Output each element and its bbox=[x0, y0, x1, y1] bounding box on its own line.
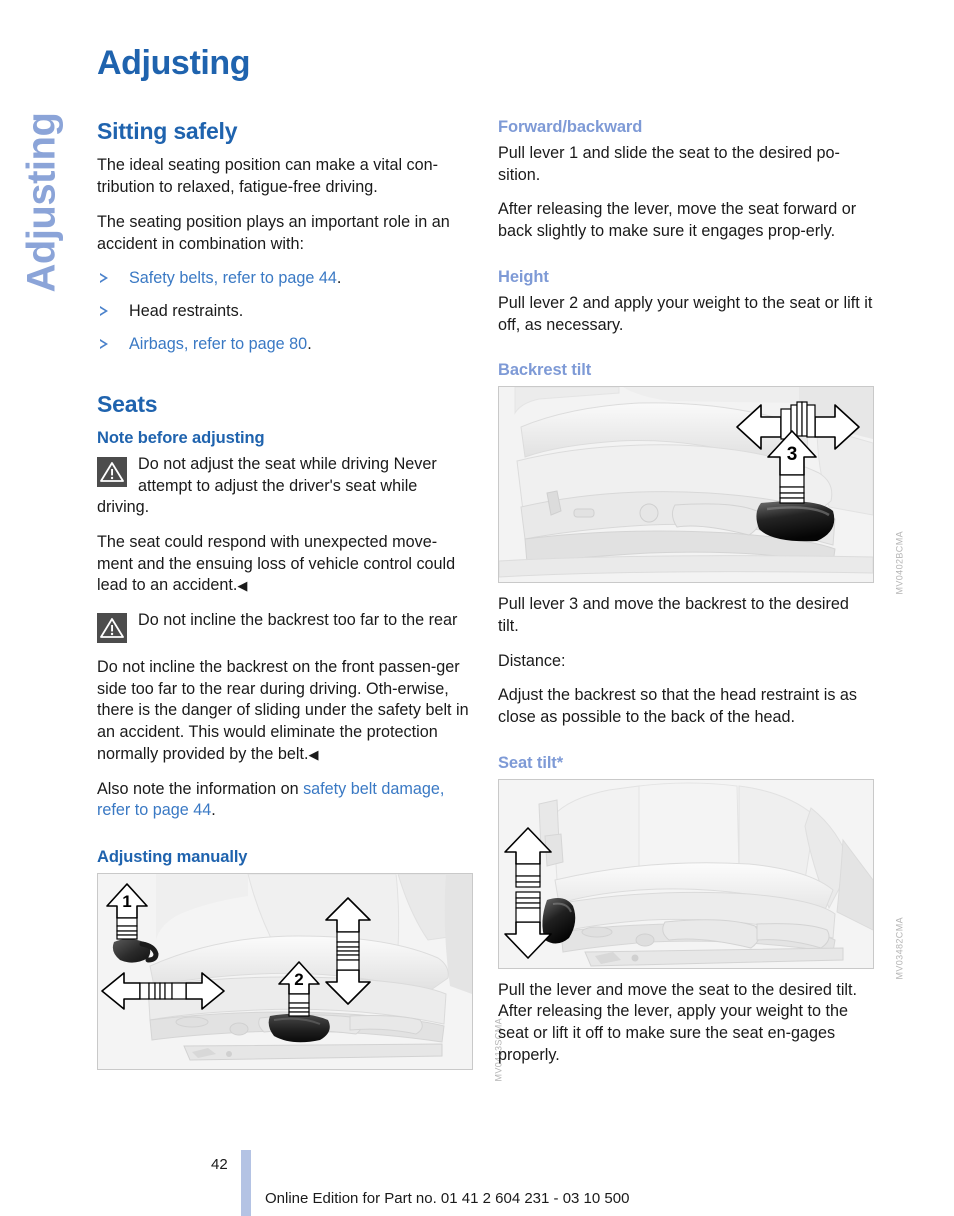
warning-end-marker: ◀ bbox=[308, 746, 318, 762]
subheading-backrest-tilt: Backrest tilt bbox=[498, 361, 592, 380]
paragraph-ideal-seating-position: The ideal seating position can make a vi… bbox=[97, 156, 439, 197]
figure-code-label: MV03482CMA bbox=[895, 916, 905, 980]
link-safety-belts[interactable]: Safety belts, refer to page 44 bbox=[129, 269, 337, 287]
figure-adjusting-manually: 1 2 bbox=[97, 872, 473, 1070]
bullet-tail: . bbox=[336, 269, 342, 288]
warning-do-not-adjust-while-driving: Do not adjust the seat while driving Nev… bbox=[97, 454, 473, 519]
right-column: Forward/backward Pull lever 1 and slide … bbox=[498, 118, 905, 1080]
subheading-adjusting-manually: Adjusting manually bbox=[97, 847, 248, 866]
bullet-tail: . bbox=[307, 334, 312, 353]
paragraph-adjust-backrest-head-restraint: Adjust the backrest so that the head res… bbox=[498, 686, 858, 727]
chapter-side-tab: Adjusting bbox=[0, 0, 96, 330]
heading-seats: Seats bbox=[97, 391, 158, 418]
triangle-bullet-icon bbox=[100, 338, 108, 349]
warning-triangle-icon bbox=[97, 613, 127, 644]
paragraph-unexpected-movement: The seat could respond with unexpected m… bbox=[97, 532, 473, 597]
paragraph-after-releasing-lever: After releasing the lever, move the seat… bbox=[498, 200, 857, 241]
warning-triangle-icon bbox=[97, 456, 127, 487]
heading-sitting-safely: Sitting safely bbox=[97, 118, 238, 144]
chapter-side-tab-label: Adjusting bbox=[19, 112, 64, 293]
paragraph-pull-lever-1: Pull lever 1 and slide the seat to the d… bbox=[498, 144, 840, 184]
paragraph-also-note: Also note the information on safety belt… bbox=[97, 779, 473, 822]
link-airbags[interactable]: Airbags, refer to page 80 bbox=[129, 335, 307, 353]
warning-title: Do not incline the backrest too far to t… bbox=[138, 611, 458, 630]
paragraph-pull-lever-3: Pull lever 3 and move the backrest to th… bbox=[498, 595, 849, 635]
text-head-restraints: Head restraints. bbox=[129, 301, 244, 320]
figure-backrest-tilt-wrap: 3 MV0402BCMA bbox=[498, 386, 905, 595]
page-title: Adjusting bbox=[97, 44, 251, 82]
paragraph-pull-lever-seat-tilt: Pull the lever and move the seat to the … bbox=[498, 980, 858, 1064]
subheading-height: Height bbox=[498, 267, 549, 286]
paragraph-text: The seat could respond with unexpected m… bbox=[97, 532, 456, 595]
paragraph-text: Do not incline the backrest on the front… bbox=[97, 658, 469, 763]
figure-backrest-tilt: 3 bbox=[498, 386, 874, 584]
footer-edition-text: Online Edition for Part no. 01 41 2 604 … bbox=[265, 1190, 630, 1207]
list-item: Safety belts, refer to page 44. bbox=[97, 268, 473, 290]
figure-seat-tilt bbox=[498, 778, 874, 969]
subheading-note-before-adjusting: Note before adjusting bbox=[97, 428, 265, 447]
figure-code-label: MV0402BCMA bbox=[895, 531, 905, 595]
paragraph-seating-position-role: The seating position plays an important … bbox=[97, 212, 450, 253]
left-column: Sitting safely The ideal seating positio… bbox=[97, 118, 504, 1081]
also-note-tail: . bbox=[211, 801, 216, 820]
triangle-bullet-icon bbox=[100, 273, 108, 284]
warning-do-not-incline-backrest: Do not incline the backrest too far to t… bbox=[97, 610, 473, 644]
sitting-safely-bullet-list: Safety belts, refer to page 44. Head res… bbox=[97, 268, 473, 355]
warning-end-marker: ◀ bbox=[237, 578, 247, 594]
svg-text:1: 1 bbox=[122, 892, 131, 911]
list-item: Head restraints. bbox=[97, 301, 473, 323]
footer-accent-bar bbox=[241, 1150, 251, 1216]
also-note-prefix: Also note the information on bbox=[97, 779, 304, 798]
paragraph-front-passenger-backrest: Do not incline the backrest on the front… bbox=[97, 657, 473, 766]
warning-text-block: Do not adjust the seat while driving Nev… bbox=[97, 454, 473, 519]
figure-seat-tilt-wrap: MV03482CMA bbox=[498, 778, 905, 979]
subheading-forward-backward: Forward/backward bbox=[498, 118, 643, 136]
subheading-seat-tilt: Seat tilt* bbox=[498, 753, 564, 772]
svg-text:2: 2 bbox=[294, 970, 303, 989]
list-item: Airbags, refer to page 80. bbox=[97, 334, 473, 356]
triangle-bullet-icon bbox=[100, 305, 108, 316]
paragraph-distance-label: Distance: bbox=[498, 651, 566, 670]
page-number: 42 bbox=[211, 1156, 228, 1173]
paragraph-pull-lever-2: Pull lever 2 and apply your weight to th… bbox=[498, 293, 873, 334]
svg-text:3: 3 bbox=[787, 444, 798, 465]
figure-adjusting-manually-wrap: 1 2 MV0413SCMA bbox=[97, 872, 504, 1081]
warning-title: Do not adjust the seat while driving bbox=[138, 454, 390, 473]
